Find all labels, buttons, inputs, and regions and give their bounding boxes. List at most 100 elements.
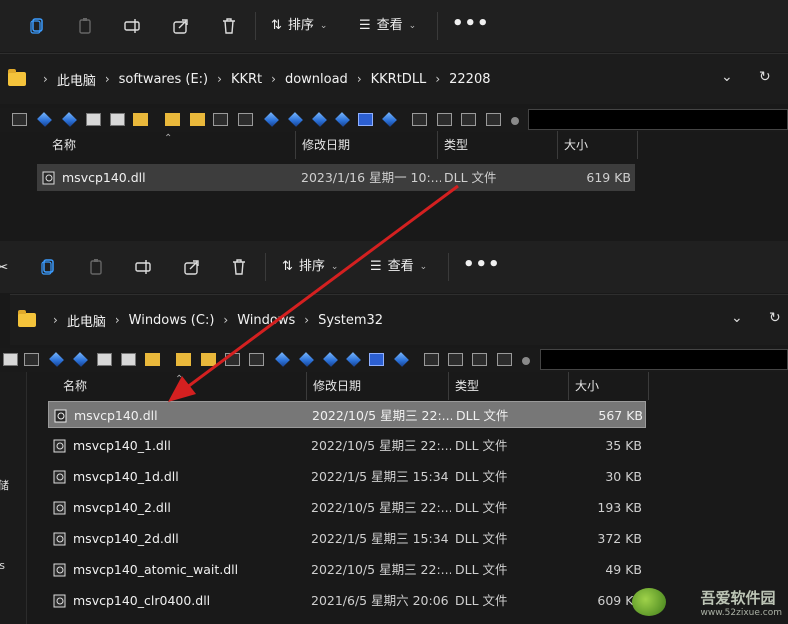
- cube-icon[interactable]: [62, 112, 77, 127]
- delete-icon[interactable]: [219, 16, 239, 36]
- column-header-name[interactable]: 名称: [46, 131, 296, 159]
- cube-icon[interactable]: [73, 352, 88, 367]
- window-icon[interactable]: [225, 353, 240, 366]
- file-name: msvcp140_2.dll: [73, 500, 171, 515]
- window-icon[interactable]: [249, 353, 264, 366]
- folder-star-icon[interactable]: [201, 353, 216, 366]
- more-options-button[interactable]: •••: [463, 254, 501, 275]
- history-dropdown-icon[interactable]: ⌄: [721, 69, 733, 85]
- cube-icon[interactable]: [37, 112, 52, 127]
- breadcrumb-item[interactable]: 22208: [449, 72, 490, 87]
- window-icon[interactable]: [213, 113, 228, 126]
- breadcrumb-item[interactable]: 此电脑: [67, 311, 106, 330]
- breadcrumb-item[interactable]: System32: [318, 313, 383, 328]
- cube-icon[interactable]: [49, 352, 64, 367]
- dll-file-icon: [53, 501, 66, 514]
- delete-icon[interactable]: [229, 257, 249, 277]
- column-header-date[interactable]: 修改日期: [296, 131, 438, 159]
- paste-icon[interactable]: [86, 257, 106, 277]
- file-name-cell: msvcp140_1d.dll: [52, 463, 307, 490]
- folder-icon[interactable]: [145, 353, 160, 366]
- file-row[interactable]: msvcp140_1.dll 2022/10/5 星期三 22:... DLL …: [48, 432, 646, 459]
- column-header-size[interactable]: 大小: [569, 372, 649, 400]
- window-icon[interactable]: [461, 113, 476, 126]
- file-name-cell: msvcp140_1.dll: [52, 432, 307, 459]
- toolbar-divider: [265, 253, 266, 281]
- breadcrumb-item[interactable]: KKRt: [231, 72, 262, 87]
- folder-icon[interactable]: [133, 113, 148, 126]
- column-header-type[interactable]: 类型: [438, 131, 558, 159]
- person-icon[interactable]: [369, 353, 384, 366]
- cube-icon[interactable]: [382, 112, 397, 127]
- file-row[interactable]: msvcp140.dll 2023/1/16 星期一 10:... DLL 文件…: [37, 164, 635, 191]
- sort-menu-button[interactable]: ⇅ 排序 ⌄: [282, 255, 338, 279]
- window-icon[interactable]: [437, 113, 452, 126]
- window-icon[interactable]: [238, 113, 253, 126]
- cut-icon[interactable]: ✂: [0, 257, 12, 277]
- window-icon[interactable]: [12, 113, 27, 126]
- window-icon[interactable]: [472, 353, 487, 366]
- copy-icon[interactable]: [38, 257, 58, 277]
- view-menu-button[interactable]: ☰ 查看 ⌄: [359, 14, 416, 38]
- app-icon[interactable]: [121, 353, 136, 366]
- folder-star-icon[interactable]: [190, 113, 205, 126]
- window-icon[interactable]: [486, 113, 501, 126]
- cube-icon[interactable]: [275, 352, 290, 367]
- copy-icon[interactable]: [27, 16, 47, 36]
- cube-icon[interactable]: [312, 112, 327, 127]
- share-icon[interactable]: [171, 16, 191, 36]
- cube-icon[interactable]: [299, 352, 314, 367]
- folder-icon[interactable]: [176, 353, 191, 366]
- paste-icon[interactable]: [75, 16, 95, 36]
- breadcrumb-item[interactable]: KKRtDLL: [371, 72, 427, 87]
- window-icon[interactable]: [412, 113, 427, 126]
- navigation-pane[interactable]: 储 ers: [0, 372, 27, 624]
- person-icon[interactable]: [358, 113, 373, 126]
- breadcrumb-item[interactable]: Windows: [237, 313, 295, 328]
- cube-icon[interactable]: [323, 352, 338, 367]
- more-options-button[interactable]: •••: [452, 13, 490, 34]
- share-icon[interactable]: [182, 257, 202, 277]
- cube-icon[interactable]: [335, 112, 350, 127]
- top-address-bar[interactable]: › 此电脑 › softwares (E:) › KKRt › download…: [0, 53, 788, 104]
- view-menu-button[interactable]: ☰ 查看 ⌄: [370, 255, 427, 279]
- window-icon[interactable]: [448, 353, 463, 366]
- file-row[interactable]: msvcp140_atomic_wait.dll 2022/10/5 星期三 2…: [48, 556, 646, 583]
- rename-icon[interactable]: [123, 16, 143, 36]
- column-header-size[interactable]: 大小: [558, 131, 638, 159]
- refresh-icon[interactable]: ↻: [769, 310, 781, 326]
- cube-icon[interactable]: [346, 352, 361, 367]
- breadcrumb-item[interactable]: softwares (E:): [119, 72, 208, 87]
- column-header-type[interactable]: 类型: [449, 372, 569, 400]
- circle-icon[interactable]: [511, 117, 519, 125]
- column-header-name[interactable]: 名称: [57, 372, 307, 400]
- history-dropdown-icon[interactable]: ⌄: [731, 310, 743, 326]
- breadcrumb-item[interactable]: download: [285, 72, 348, 87]
- file-row[interactable]: msvcp140.dll 2022/10/5 星期三 22:... DLL 文件…: [48, 401, 646, 428]
- quick-search-input[interactable]: [528, 109, 788, 130]
- cube-icon[interactable]: [288, 112, 303, 127]
- file-row[interactable]: msvcp140_2.dll 2022/10/5 星期三 22:... DLL …: [48, 494, 646, 521]
- sort-menu-button[interactable]: ⇅ 排序 ⌄: [271, 14, 327, 38]
- window-icon[interactable]: [424, 353, 439, 366]
- column-header-date[interactable]: 修改日期: [307, 372, 449, 400]
- refresh-icon[interactable]: ↻: [759, 69, 771, 85]
- window-icon[interactable]: [497, 353, 512, 366]
- cube-icon[interactable]: [394, 352, 409, 367]
- cube-icon[interactable]: [264, 112, 279, 127]
- person-icon[interactable]: [3, 353, 18, 366]
- rename-icon[interactable]: [134, 257, 154, 277]
- breadcrumb-item[interactable]: Windows (C:): [129, 313, 215, 328]
- app-icon[interactable]: [97, 353, 112, 366]
- file-row[interactable]: msvcp140_clr0400.dll 2021/6/5 星期六 20:06 …: [48, 587, 646, 614]
- circle-icon[interactable]: [522, 357, 530, 365]
- file-row[interactable]: msvcp140_1d.dll 2022/1/5 星期三 15:34 DLL 文…: [48, 463, 646, 490]
- chevron-down-icon: ⌄: [319, 21, 328, 31]
- app-icon[interactable]: [110, 113, 125, 126]
- app-icon[interactable]: [86, 113, 101, 126]
- bottom-address-bar[interactable]: › 此电脑 › Windows (C:) › Windows › System3…: [10, 294, 788, 345]
- file-row[interactable]: msvcp140_2d.dll 2022/1/5 星期三 15:34 DLL 文…: [48, 525, 646, 552]
- quick-search-input[interactable]: [540, 349, 788, 370]
- breadcrumb-item[interactable]: 此电脑: [57, 70, 96, 89]
- window-icon[interactable]: [24, 353, 39, 366]
